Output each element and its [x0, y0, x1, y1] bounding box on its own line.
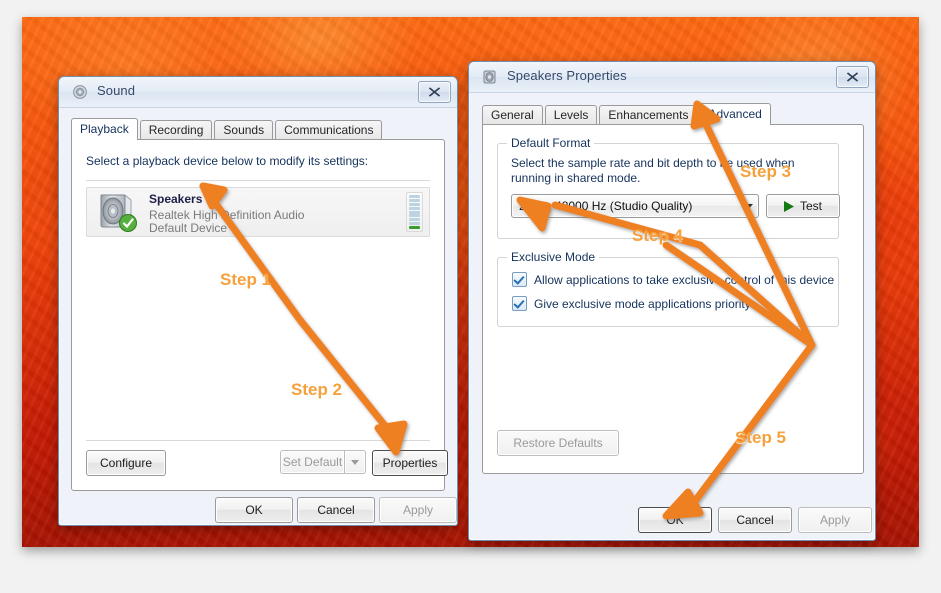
tab-sounds[interactable]: Sounds — [214, 120, 274, 140]
properties-ok-button[interactable]: OK — [638, 507, 712, 533]
play-triangle-icon — [783, 200, 794, 212]
sample-rate-combobox[interactable]: 24 bit, 48000 Hz (Studio Quality) — [511, 194, 759, 218]
exclusive-priority-checkbox[interactable] — [512, 296, 527, 311]
test-button[interactable]: Test — [766, 194, 840, 218]
properties-cancel-button[interactable]: Cancel — [718, 507, 792, 533]
device-driver: Realtek High Definition Audio — [149, 208, 305, 222]
list-item-speakers[interactable]: Speakers Realtek High Definition Audio D… — [86, 187, 430, 237]
sound-dialog-title: Sound — [97, 83, 136, 98]
playback-instruction: Select a playback device below to modify… — [86, 154, 369, 168]
step-label-2: Step 2 — [291, 380, 343, 399]
chevron-down-icon[interactable] — [738, 203, 758, 209]
sound-dialog-body: Playback Recording Sounds Communications… — [59, 107, 457, 525]
properties-dialog-titlebar[interactable]: Speakers Properties — [469, 62, 875, 93]
exclusive-control-checkbox-row[interactable]: Allow applications to take exclusive con… — [512, 272, 834, 287]
properties-apply-button[interactable]: Apply — [798, 507, 872, 533]
properties-tabstrip: General Levels Enhancements Advanced — [482, 103, 773, 125]
speakers-properties-dialog: Speakers Properties General Levels Enhan… — [468, 61, 876, 541]
device-name: Speakers — [149, 192, 203, 206]
sound-dialog: Sound Playback Recording Sounds Communic… — [58, 76, 458, 526]
sound-dialog-titlebar[interactable]: Sound — [59, 77, 457, 108]
tab-recording[interactable]: Recording — [139, 120, 213, 140]
default-format-group-title: Default Format — [507, 136, 595, 150]
tab-advanced[interactable]: Advanced — [699, 103, 771, 125]
tab-playback[interactable]: Playback — [71, 118, 138, 140]
sound-cancel-button[interactable]: Cancel — [297, 497, 375, 523]
tab-levels[interactable]: Levels — [544, 105, 598, 125]
set-default-dropdown-arrow-icon[interactable] — [344, 450, 366, 474]
properties-dialog-title: Speakers Properties — [507, 68, 627, 83]
speaker-small-icon — [482, 69, 498, 85]
step-label-3: Step 3 — [740, 162, 792, 181]
properties-button[interactable]: Properties — [372, 450, 448, 476]
speaker-icon — [95, 191, 141, 233]
properties-dialog-body: General Levels Enhancements Advanced Def… — [469, 92, 875, 540]
sound-ok-button[interactable]: OK — [215, 497, 293, 523]
sample-rate-value: 24 bit, 48000 Hz (Studio Quality) — [519, 199, 693, 213]
device-status: Default Device — [149, 221, 228, 235]
tab-communications[interactable]: Communications — [275, 120, 383, 140]
exclusive-priority-label: Give exclusive mode applications priorit… — [534, 296, 751, 311]
exclusive-priority-checkbox-row[interactable]: Give exclusive mode applications priorit… — [512, 296, 751, 311]
default-format-group: Default Format Select the sample rate an… — [497, 136, 840, 239]
set-default-button[interactable]: Set Default — [280, 450, 344, 474]
configure-button[interactable]: Configure — [86, 450, 166, 476]
step-label-1: Step 1 — [220, 270, 272, 289]
set-default-split-button[interactable]: Set Default — [280, 450, 366, 474]
panel-divider — [86, 440, 430, 441]
advanced-tab-panel: Default Format Select the sample rate an… — [482, 124, 864, 474]
tab-enhancements[interactable]: Enhancements — [599, 105, 698, 125]
exclusive-mode-group: Exclusive Mode Allow applications to tak… — [497, 250, 839, 327]
speaker-disc-icon — [72, 84, 88, 100]
exclusive-control-label: Allow applications to take exclusive con… — [534, 272, 835, 287]
playback-device-list[interactable]: Speakers Realtek High Definition Audio D… — [86, 180, 430, 431]
test-button-label: Test — [799, 199, 822, 213]
playback-tab-panel: Select a playback device below to modify… — [71, 139, 448, 491]
tab-general[interactable]: General — [482, 105, 543, 125]
step-label-5: Step 5 — [735, 428, 787, 447]
exclusive-mode-group-title: Exclusive Mode — [507, 250, 600, 264]
sound-dialog-close-button[interactable] — [418, 81, 451, 103]
sound-tabstrip: Playback Recording Sounds Communications — [71, 118, 384, 140]
exclusive-control-checkbox[interactable] — [512, 272, 527, 287]
volume-meter — [406, 192, 423, 232]
sound-apply-button[interactable]: Apply — [379, 497, 457, 523]
step-label-4: Step 4 — [632, 226, 684, 245]
restore-defaults-button[interactable]: Restore Defaults — [497, 430, 619, 456]
properties-dialog-close-button[interactable] — [836, 66, 869, 88]
